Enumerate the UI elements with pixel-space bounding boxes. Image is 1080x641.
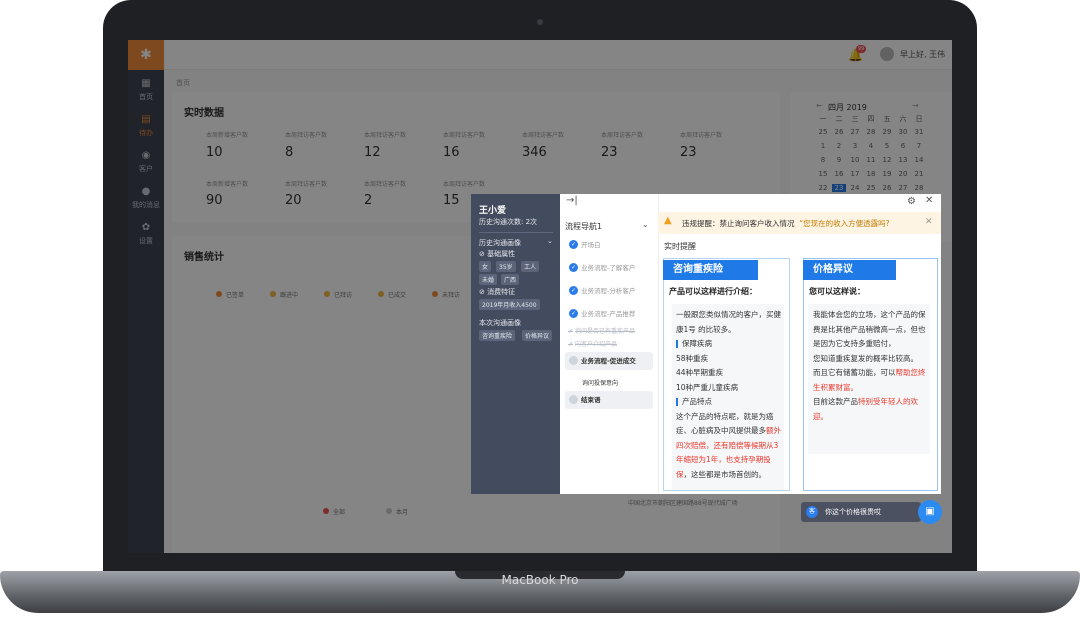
tag: 价格异议 xyxy=(522,330,553,341)
customer-name: 王小爱 xyxy=(479,206,507,216)
warning-text: 违规提醒：禁止询问客户收入情况 “您现在的收入方便透露吗? xyxy=(682,219,890,228)
feature-text: 这个产品的特点呢，就是为癌症、心脏病及中风提供最多额外四次赔偿，还有赔偿等候期从… xyxy=(676,411,781,479)
tag: 咨询重疾险 xyxy=(479,330,516,341)
card-intro: 一般跟您类似情况的客户，买健康1号 的比较多。 xyxy=(676,310,781,334)
bullet-mark xyxy=(676,340,678,348)
camera xyxy=(537,19,543,25)
card-subtitle: 您可以这样说： xyxy=(809,287,865,296)
check-icon: ✓ xyxy=(568,341,574,348)
settings-icon[interactable]: ⚙ xyxy=(907,196,916,207)
history-count: 历史沟通次数: 2次 xyxy=(479,218,538,226)
tag: 35岁 xyxy=(496,261,516,272)
flow-sub-item[interactable]: ✓ 询问是否已有重疾产品 xyxy=(568,326,635,335)
tag-icon: ⊘ xyxy=(479,288,488,296)
card-body: 一般跟您类似情况的客户，买健康1号 的比较多。 保障疾病 58种重疾 44种早期… xyxy=(672,304,784,490)
tag: 女 xyxy=(479,261,492,272)
realtime-hint-title: 实时提醒 xyxy=(664,242,696,251)
consume-label: ⊘ 消费特征 xyxy=(479,288,516,296)
card-paragraph: 我能体会您的立场，这个产品的保费是比其他产品稍微高一点，但也是因为它支持多重赔付… xyxy=(813,310,926,348)
flow-title: 流程导航1 xyxy=(565,222,603,231)
disease-item: 10种严重儿童疾病 xyxy=(676,382,739,392)
check-icon: ✓ xyxy=(569,286,578,295)
check-icon: ✓ xyxy=(569,263,578,272)
disease-item: 44种早期重疾 xyxy=(676,368,724,377)
warning-icon: ▲ xyxy=(664,215,672,226)
chat-icon: ▣ xyxy=(925,506,935,517)
card-body: 我能体会您的立场，这个产品的保费是比其他产品稍微高一点，但也是因为它支持多重赔付… xyxy=(808,304,930,454)
flow-sub-item[interactable]: ✓ 向客户介绍产品 xyxy=(568,339,617,348)
disease-item: 58种重疾 xyxy=(676,353,709,363)
circle-icon xyxy=(569,395,578,404)
history-portrait-label: 历史沟通画像 xyxy=(479,239,521,247)
close-icon[interactable]: ✕ xyxy=(925,195,933,206)
tag: 广西 xyxy=(501,274,520,285)
tag: 2019年月收入4500 xyxy=(479,299,540,310)
current-portrait-label: 本次沟通画像 xyxy=(479,319,521,327)
card-subtitle: 产品可以这样进行介绍： xyxy=(669,287,757,296)
tag-icon: ⊘ xyxy=(479,250,488,258)
flow-item[interactable]: ✓ 业务流程-了解客户 xyxy=(565,259,653,277)
basic-attr-label: ⊘ 基础属性 xyxy=(479,250,516,258)
flow-item[interactable]: ✓ 开场白 xyxy=(565,236,653,254)
divider xyxy=(479,232,553,233)
chevron-down-icon[interactable]: ⌄ xyxy=(547,237,553,245)
card-paragraph: 而且它有储蓄功能，可以帮助您终生积累财富。 xyxy=(813,368,926,392)
card-paragraph: 目前这款产品特别受年轻人的欢迎。 xyxy=(813,397,918,421)
customer-avatar: 客 xyxy=(806,506,818,518)
chat-toggle-button[interactable]: ▣ xyxy=(918,500,942,524)
chat-message-text: 你这个价格很贵哎 xyxy=(825,508,881,516)
section-heading: 产品特点 xyxy=(676,395,781,410)
check-icon: ✓ xyxy=(569,309,578,318)
flow-item-end[interactable]: 结束语 xyxy=(565,391,653,409)
device-label: MacBook Pro xyxy=(501,573,579,587)
card-paragraph: 您知道重疾复发的概率比较高。 xyxy=(813,353,918,363)
section-heading: 保障疾病 xyxy=(676,337,781,352)
screen: 🔔 99 早上好, 王伟 ✱ ▦ 首页 ▤ 待办 ◉ 客户 ● 我的消息 ✿ 设置 首页 … xyxy=(128,40,952,553)
card-title: 咨询重疾险 xyxy=(663,260,758,280)
chevron-down-icon[interactable]: ⌄ xyxy=(642,220,649,229)
tag: 工人 xyxy=(521,261,540,272)
flow-sub-item-current[interactable]: 询问投保意向 xyxy=(582,378,618,387)
flow-item[interactable]: ✓ 业务流程-产品推荐 xyxy=(565,305,653,323)
flow-item-current[interactable]: 业务流程-促进成交 xyxy=(565,352,653,370)
collapse-icon[interactable]: →| xyxy=(566,195,578,206)
check-icon: ✓ xyxy=(569,240,578,249)
warning-close-icon[interactable]: ✕ xyxy=(925,217,933,227)
card-title: 价格异议 xyxy=(803,260,896,280)
flow-item[interactable]: ✓ 业务流程-分析客户 xyxy=(565,282,653,300)
bullet-mark xyxy=(676,398,678,406)
circle-icon xyxy=(569,356,578,365)
tag: 未婚 xyxy=(479,274,498,285)
check-icon: ✓ xyxy=(568,328,574,335)
